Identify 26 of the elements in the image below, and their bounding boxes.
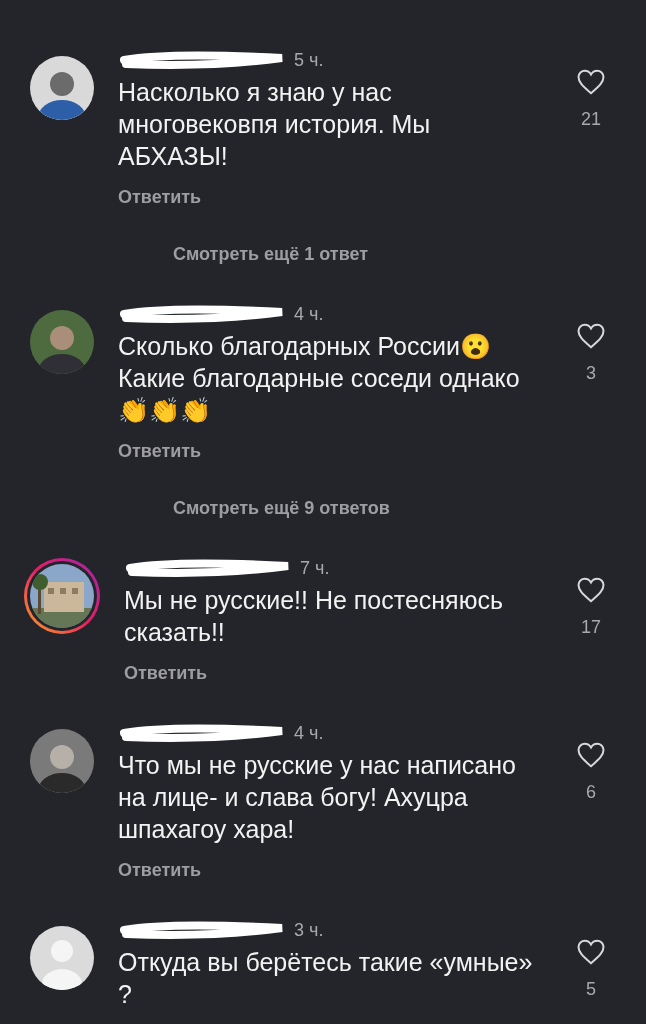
like-count: 17 xyxy=(581,616,601,639)
reply-link[interactable]: Ответить xyxy=(124,660,208,687)
view-more-replies[interactable]: Смотреть ещё 9 ответов xyxy=(173,495,390,522)
like-count: 3 xyxy=(586,362,596,385)
like-count: 6 xyxy=(586,781,596,804)
heart-icon[interactable] xyxy=(576,322,606,350)
reply-link[interactable]: Ответить xyxy=(118,184,202,211)
comment-text: Что мы не русские у нас написано на лице- и слава богу! Ахуцра шпахагоу хара! xyxy=(118,750,517,845)
heart-icon[interactable] xyxy=(576,576,606,604)
comment-time: 4 ч. xyxy=(294,302,324,326)
heart-icon[interactable] xyxy=(576,938,606,966)
reply-link[interactable]: Ответить xyxy=(118,857,202,884)
like-count: 5 xyxy=(586,978,596,1001)
comment-text: Откуда вы берётесь такие «умные» ? xyxy=(118,947,534,1010)
view-more-replies[interactable]: Смотреть ещё 1 ответ xyxy=(173,241,369,268)
reply-link[interactable]: Ответить xyxy=(118,438,202,465)
heart-icon[interactable] xyxy=(576,68,606,96)
like-count: 21 xyxy=(581,108,601,131)
comment-time: 5 ч. xyxy=(294,48,324,72)
comment-text: Сколько благодарных России😮 Какие благодарные соседи однако 👏👏👏 xyxy=(118,331,521,426)
comment-text: Насколько я знаю у нас многовековпя история. Мы АБХАЗЫ! xyxy=(118,77,432,172)
comment-time: 4 ч. xyxy=(294,721,324,745)
comment-time: 3 ч. xyxy=(294,918,324,942)
comment-text: Мы не русские!! Не постесняюсь сказать!! xyxy=(124,585,504,648)
comment-time: 7 ч. xyxy=(300,556,330,580)
heart-icon[interactable] xyxy=(576,741,606,769)
